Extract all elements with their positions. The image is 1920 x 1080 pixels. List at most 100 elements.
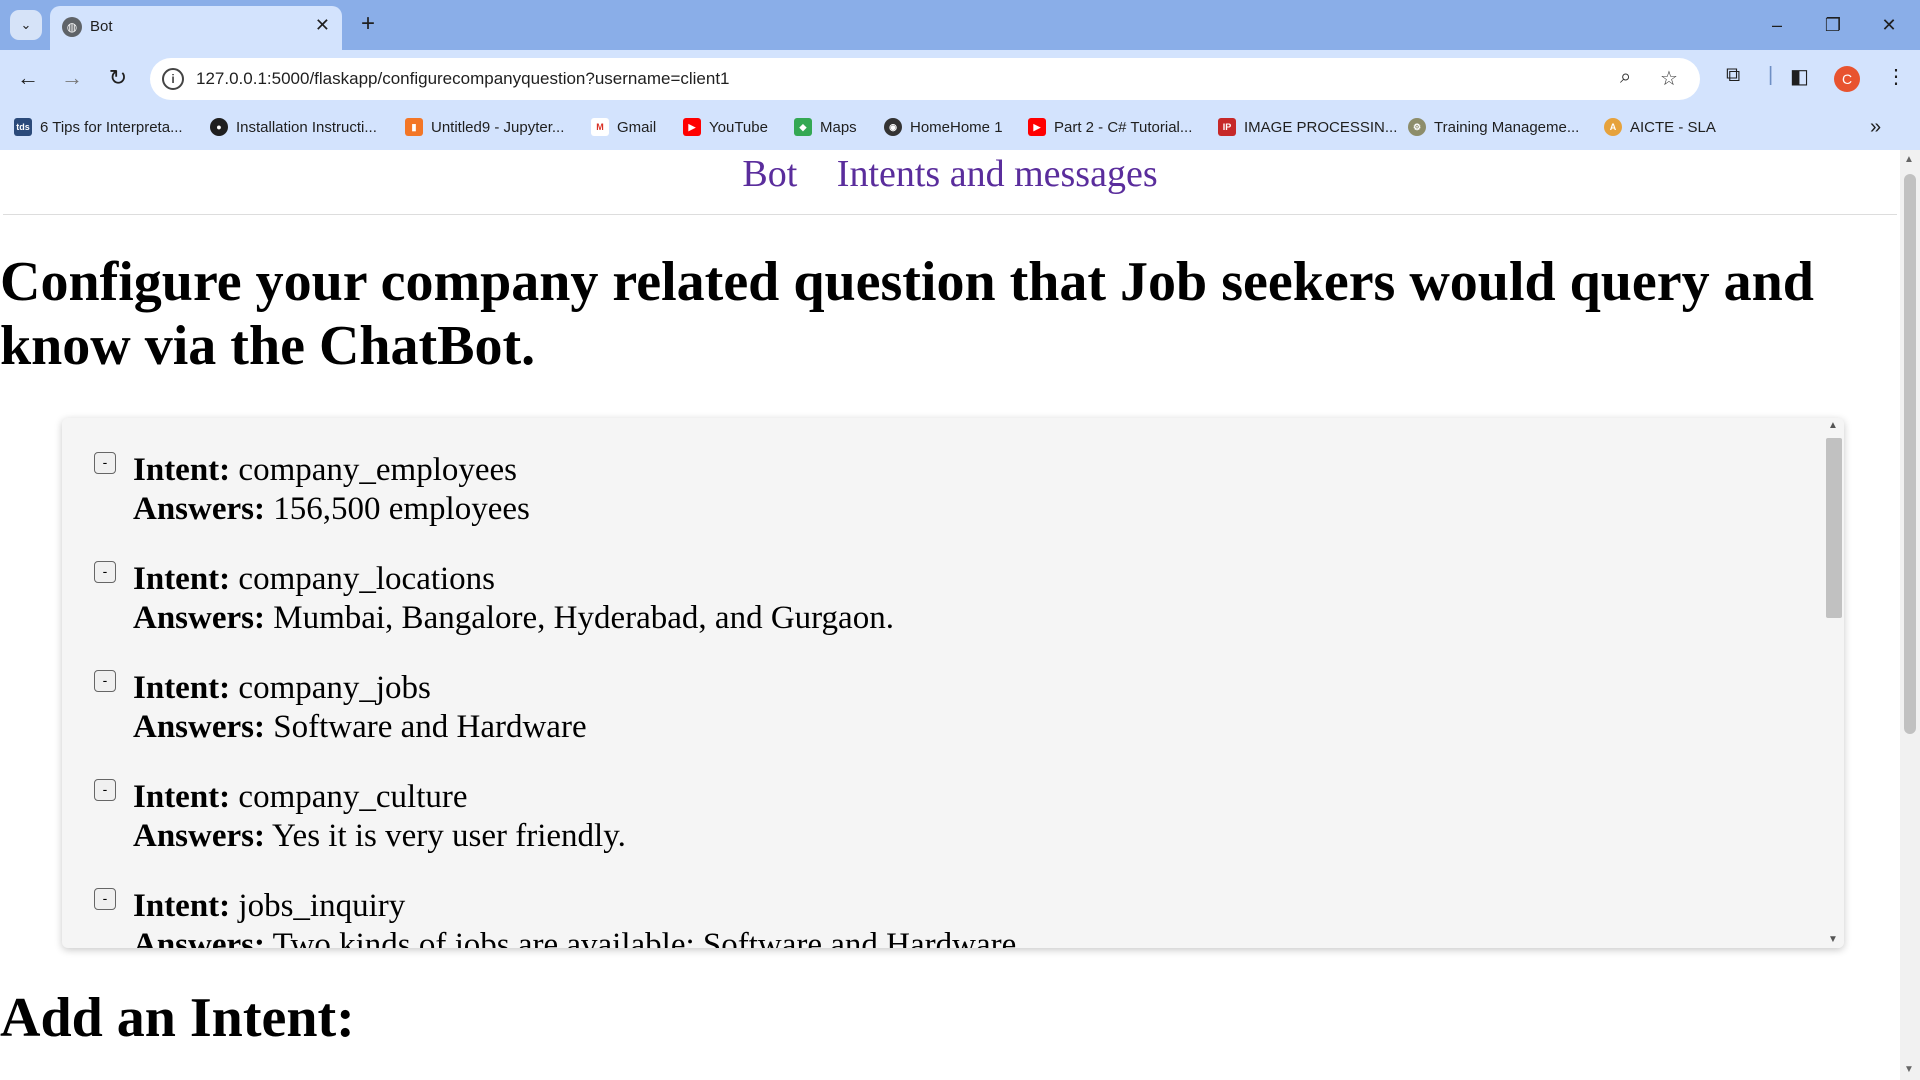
globe-icon: ◍ (62, 17, 82, 37)
list-item: - Intent: company_jobs Answers: Software… (62, 670, 1822, 780)
collapse-button[interactable]: - (94, 561, 116, 583)
bookmark-star-icon[interactable]: ☆ (1660, 66, 1678, 91)
collapse-button[interactable]: - (94, 670, 116, 692)
new-tab-button[interactable]: + (354, 10, 382, 38)
browser-toolbar: ← → ↻ i 127.0.0.1:5000/flaskapp/configur… (0, 50, 1920, 108)
add-intent-heading: Add an Intent: (0, 987, 355, 1049)
chevron-down-icon: ⌄ (20, 17, 32, 32)
intent-value: company_culture (238, 779, 468, 815)
restore-button[interactable]: ❐ (1808, 8, 1858, 42)
gmail-icon: M (591, 118, 609, 136)
answer-line: Answers: Mumbai, Bangalore, Hyderabad, a… (133, 600, 894, 637)
bookmark-item[interactable]: ◆ Maps (794, 118, 857, 136)
training-icon: ⚙ (1408, 118, 1426, 136)
page-scrollbar[interactable]: ▲ ▼ (1900, 150, 1920, 1080)
nav-link-intents[interactable]: Intents and messages (837, 150, 1158, 196)
chevron-double-right-icon[interactable]: » (1870, 116, 1881, 139)
page-title: Configure your company related question … (0, 251, 1814, 377)
site-info-icon[interactable]: i (162, 68, 184, 90)
collapse-button[interactable]: - (94, 888, 116, 910)
bookmark-item[interactable]: ⚙ Training Manageme... (1408, 118, 1579, 136)
github-icon: ● (210, 118, 228, 136)
answers-label: Answers: (133, 709, 265, 745)
youtube-icon: ▶ (683, 118, 701, 136)
answer-value: Two kinds of jobs are available: Softwar… (272, 927, 1017, 948)
extensions-icon[interactable]: ⧉ (1726, 64, 1740, 87)
intent-label: Intent: (133, 670, 231, 706)
maps-icon: ◆ (794, 118, 812, 136)
bookmark-label: HomeHome 1 (910, 118, 1003, 136)
bookmark-item[interactable]: ▮ Untitled9 - Jupyter... (405, 118, 564, 136)
intent-line: Intent: company_jobs (133, 670, 431, 707)
bookmark-item[interactable]: tds 6 Tips for Interpreta... (14, 118, 183, 136)
answer-line: Answers: 156,500 employees (133, 491, 530, 528)
url-text[interactable]: 127.0.0.1:5000/flaskapp/configurecompany… (196, 69, 730, 89)
bookmark-label: Gmail (617, 118, 657, 136)
forward-button[interactable]: → (56, 62, 88, 94)
toolbar-divider: | (1768, 64, 1774, 86)
page-viewport: Bot Intents and messages Configure your … (0, 150, 1900, 1080)
menu-icon[interactable]: ⋮ (1886, 64, 1906, 89)
bookmark-label: Training Manageme... (1434, 118, 1580, 136)
scroll-up-arrow-icon[interactable]: ▲ (1904, 154, 1914, 165)
bookmark-item[interactable]: ▶ YouTube (683, 118, 768, 136)
tds-icon: tds (14, 118, 32, 136)
bookmark-item[interactable]: ◉ HomeHome 1 (884, 118, 1003, 136)
side-panel-icon[interactable]: ◧ (1790, 64, 1809, 89)
minimize-button[interactable]: – (1752, 8, 1802, 42)
nav-link-bot[interactable]: Bot (742, 150, 797, 196)
scroll-up-arrow-icon[interactable]: ▲ (1828, 420, 1838, 431)
address-bar[interactable]: i 127.0.0.1:5000/flaskapp/configurecompa… (150, 58, 1700, 100)
profile-avatar[interactable]: C (1834, 66, 1860, 92)
panel-scrollbar[interactable]: ▲ ▼ (1822, 418, 1844, 948)
intent-value: company_locations (238, 561, 496, 597)
bookmark-item[interactable]: M Gmail (591, 118, 656, 136)
panel-scroll-thumb[interactable] (1826, 438, 1842, 618)
intent-label: Intent: (133, 779, 231, 815)
jupyter-icon: ▮ (405, 118, 423, 136)
intent-value: jobs_inquiry (238, 888, 406, 924)
answers-label: Answers: (133, 600, 265, 636)
answers-label: Answers: (133, 927, 265, 948)
active-tab[interactable]: ◍ Bot ✕ (50, 6, 342, 50)
tab-search-button[interactable]: ⌄ (10, 10, 42, 40)
bookmark-label: Part 2 - C# Tutorial... (1054, 118, 1193, 136)
bookmark-item[interactable]: ▶ Part 2 - C# Tutorial... (1028, 118, 1192, 136)
tab-strip: ⌄ ◍ Bot ✕ + – ❐ ✕ (0, 0, 1920, 50)
intent-list-panel[interactable]: - Intent: company_employees Answers: 156… (62, 418, 1844, 948)
zoom-icon[interactable]: ⌕ (1620, 66, 1631, 89)
scroll-down-arrow-icon[interactable]: ▼ (1828, 934, 1838, 945)
intent-line: Intent: company_culture (133, 779, 468, 816)
bookmark-label: IMAGE PROCESSIN... (1244, 118, 1398, 136)
close-icon[interactable]: ✕ (315, 15, 330, 36)
answers-label: Answers: (133, 491, 265, 527)
bookmark-label: Untitled9 - Jupyter... (431, 118, 565, 136)
bookmarks-bar: tds 6 Tips for Interpreta... ● Installat… (0, 108, 1920, 150)
tab-title: Bot (90, 18, 113, 35)
reload-button[interactable]: ↻ (102, 62, 134, 94)
collapse-button[interactable]: - (94, 452, 116, 474)
list-item: - Intent: company_locations Answers: Mum… (62, 561, 1822, 671)
image-processing-icon: IP (1218, 118, 1236, 136)
scroll-down-arrow-icon[interactable]: ▼ (1904, 1064, 1914, 1075)
intent-line: Intent: jobs_inquiry (133, 888, 405, 925)
top-nav: Bot Intents and messages (0, 150, 1900, 216)
intent-label: Intent: (133, 452, 231, 488)
bookmark-item[interactable]: ● Installation Instructi... (210, 118, 377, 136)
bookmark-item[interactable]: A AICTE - SLA (1604, 118, 1716, 136)
bookmark-label: AICTE - SLA (1630, 118, 1716, 136)
page-scroll-thumb[interactable] (1904, 174, 1916, 734)
back-button[interactable]: ← (12, 62, 44, 94)
intent-label: Intent: (133, 561, 231, 597)
answers-label: Answers: (133, 818, 265, 854)
answer-value: Mumbai, Bangalore, Hyderabad, and Gurgao… (273, 600, 894, 636)
globe-icon: ◉ (884, 118, 902, 136)
bookmark-label: 6 Tips for Interpreta... (40, 118, 183, 136)
close-window-button[interactable]: ✕ (1864, 8, 1914, 42)
intent-line: Intent: company_locations (133, 561, 495, 598)
bookmark-item[interactable]: IP IMAGE PROCESSIN... (1218, 118, 1397, 136)
collapse-button[interactable]: - (94, 779, 116, 801)
answer-line: Answers: Yes it is very user friendly. (133, 818, 626, 855)
answer-line: Answers: Two kinds of jobs are available… (133, 927, 1016, 948)
answer-value: Software and Hardware (273, 709, 587, 745)
